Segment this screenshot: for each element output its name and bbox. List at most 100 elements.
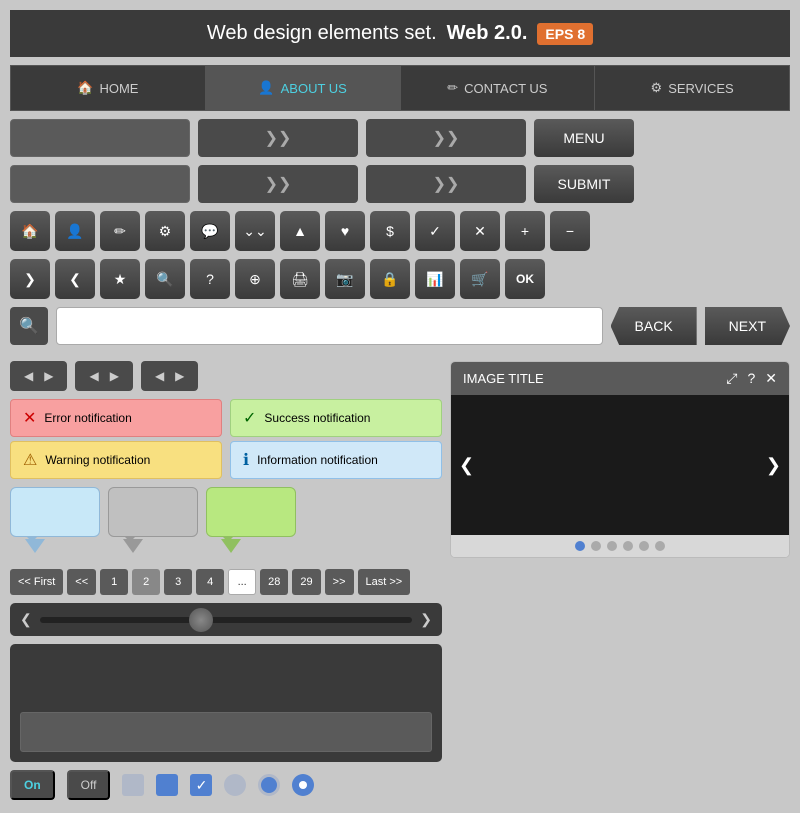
submit-button[interactable]: SUBMIT: [534, 165, 634, 203]
bubble-gray: [108, 487, 198, 537]
info-notification: ℹ Information notification: [230, 441, 442, 479]
icon-star-btn[interactable]: ★: [100, 259, 140, 299]
page-2-btn[interactable]: 2: [132, 569, 160, 595]
icon-question-btn[interactable]: ?: [190, 259, 230, 299]
icon-gear-btn[interactable]: ⚙: [145, 211, 185, 251]
error-notification: ✕ Error notification: [10, 399, 222, 437]
checkbox-checked[interactable]: [156, 774, 178, 796]
radio-with-check[interactable]: [292, 774, 314, 796]
home-icon: 🏠: [77, 80, 93, 96]
page-29-btn[interactable]: 29: [292, 569, 320, 595]
page-next-btn[interactable]: >>: [325, 569, 354, 595]
slider-thumb[interactable]: [189, 608, 213, 632]
media-prev-1[interactable]: ◀: [20, 367, 37, 385]
toggle-on-btn[interactable]: On: [10, 770, 55, 800]
radio-checked[interactable]: [258, 774, 280, 796]
notifications-row-1: ✕ Error notification ✓ Success notificat…: [10, 399, 442, 437]
image-next-btn[interactable]: ❯: [766, 455, 781, 476]
dot-3[interactable]: [607, 541, 617, 551]
icon-forward-btn[interactable]: ❯: [10, 259, 50, 299]
input-field-1[interactable]: [10, 119, 190, 157]
dot-1[interactable]: [575, 541, 585, 551]
icon-camera-btn[interactable]: 📷: [325, 259, 365, 299]
icon-row-2: ❯ ❮ ★ 🔍 ? ⊕ 🖨 📷 🔒 📊 🛒 OK: [10, 259, 790, 299]
icon-cross-btn[interactable]: ✕: [460, 211, 500, 251]
image-panel-title: IMAGE TITLE: [463, 371, 544, 386]
media-prev-2[interactable]: ◀: [85, 367, 102, 385]
icon-chevron-down-btn[interactable]: ⌄⌄: [235, 211, 275, 251]
media-control-3: ◀ ▶: [141, 361, 198, 391]
error-x-icon: ✕: [23, 408, 36, 428]
icon-chart-btn[interactable]: 📊: [415, 259, 455, 299]
icon-chevron-up-btn[interactable]: ▲: [280, 211, 320, 251]
textarea-inner[interactable]: [20, 712, 432, 752]
nav-bar: 🏠 HOME 👤 ABOUT US ✏ CONTACT US ⚙ SERVICE…: [10, 65, 790, 111]
icon-rss-btn[interactable]: ⊕: [235, 259, 275, 299]
icon-user-btn[interactable]: 👤: [55, 211, 95, 251]
back-arrow-btn[interactable]: BACK: [611, 307, 697, 345]
slider-right-icon[interactable]: ❯: [420, 611, 432, 628]
dropdown-btn-2[interactable]: ❯❯: [366, 119, 526, 157]
nav-home[interactable]: 🏠 HOME: [11, 66, 206, 110]
dot-2[interactable]: [591, 541, 601, 551]
icon-search-btn[interactable]: 🔍: [145, 259, 185, 299]
checkbox-with-check[interactable]: ✓: [190, 774, 212, 796]
media-prev-3[interactable]: ◀: [151, 367, 168, 385]
icon-heart-btn[interactable]: ♥: [325, 211, 365, 251]
menu-button[interactable]: MENU: [534, 119, 634, 157]
radio-unchecked[interactable]: [224, 774, 246, 796]
media-next-2[interactable]: ▶: [106, 367, 123, 385]
dot-4[interactable]: [623, 541, 633, 551]
icon-dollar-btn[interactable]: $: [370, 211, 410, 251]
page-1-btn[interactable]: 1: [100, 569, 128, 595]
nav-contact[interactable]: ✏ CONTACT US: [401, 66, 596, 110]
input-field-2[interactable]: [10, 165, 190, 203]
media-next-1[interactable]: ▶: [40, 367, 57, 385]
dropdown-btn-1[interactable]: ❯❯: [198, 119, 358, 157]
help-icon[interactable]: ?: [747, 370, 755, 387]
success-notif-text: Success notification: [264, 411, 370, 425]
checkbox-unchecked[interactable]: [122, 774, 144, 796]
warning-icon: ⚠: [23, 450, 37, 470]
nav-services-label: SERVICES: [668, 81, 734, 96]
dot-5[interactable]: [639, 541, 649, 551]
icon-chat-btn[interactable]: 💬: [190, 211, 230, 251]
image-panel-actions: ⤢ ? ✕: [726, 370, 777, 387]
image-prev-btn[interactable]: ❮: [459, 455, 474, 476]
page-4-btn[interactable]: 4: [196, 569, 224, 595]
nav-about-label: ABOUT US: [281, 81, 347, 96]
dropdown-btn-4[interactable]: ❯❯: [366, 165, 526, 203]
expand-icon[interactable]: ⤢: [726, 370, 737, 387]
icon-home-btn[interactable]: 🏠: [10, 211, 50, 251]
icon-print-btn[interactable]: 🖨: [280, 259, 320, 299]
page-last-btn[interactable]: Last >>: [358, 569, 411, 595]
image-panel-header: IMAGE TITLE ⤢ ? ✕: [451, 362, 789, 395]
icon-edit-btn[interactable]: ✏: [100, 211, 140, 251]
slider-track[interactable]: [40, 617, 413, 623]
toggle-off-btn[interactable]: Off: [67, 770, 111, 800]
nav-services[interactable]: ⚙ SERVICES: [595, 66, 789, 110]
page-28-btn[interactable]: 28: [260, 569, 288, 595]
icon-lock-btn[interactable]: 🔒: [370, 259, 410, 299]
bubble-blue: [10, 487, 100, 537]
icon-ok-btn[interactable]: OK: [505, 259, 545, 299]
search-input[interactable]: [56, 307, 603, 345]
icon-back-btn[interactable]: ❮: [55, 259, 95, 299]
next-arrow-btn[interactable]: NEXT: [705, 307, 790, 345]
bottom-left: ◀ ▶ ◀ ▶ ◀ ▶ ✕ Error notification: [10, 353, 442, 800]
media-next-3[interactable]: ▶: [171, 367, 188, 385]
page-first-btn[interactable]: << First: [10, 569, 63, 595]
icon-minus-btn[interactable]: −: [550, 211, 590, 251]
icon-cart-btn[interactable]: 🛒: [460, 259, 500, 299]
page-3-btn[interactable]: 3: [164, 569, 192, 595]
dropdown-btn-3[interactable]: ❯❯: [198, 165, 358, 203]
icon-check-btn[interactable]: ✓: [415, 211, 455, 251]
icon-plus-btn[interactable]: +: [505, 211, 545, 251]
dot-6[interactable]: [655, 541, 665, 551]
slider-left-icon[interactable]: ❮: [20, 611, 32, 628]
page-prev-btn[interactable]: <<: [67, 569, 96, 595]
nav-about[interactable]: 👤 ABOUT US: [206, 66, 401, 110]
close-icon[interactable]: ✕: [765, 370, 777, 387]
error-notif-text: Error notification: [44, 411, 131, 425]
back-btn-label: BACK: [635, 318, 673, 334]
